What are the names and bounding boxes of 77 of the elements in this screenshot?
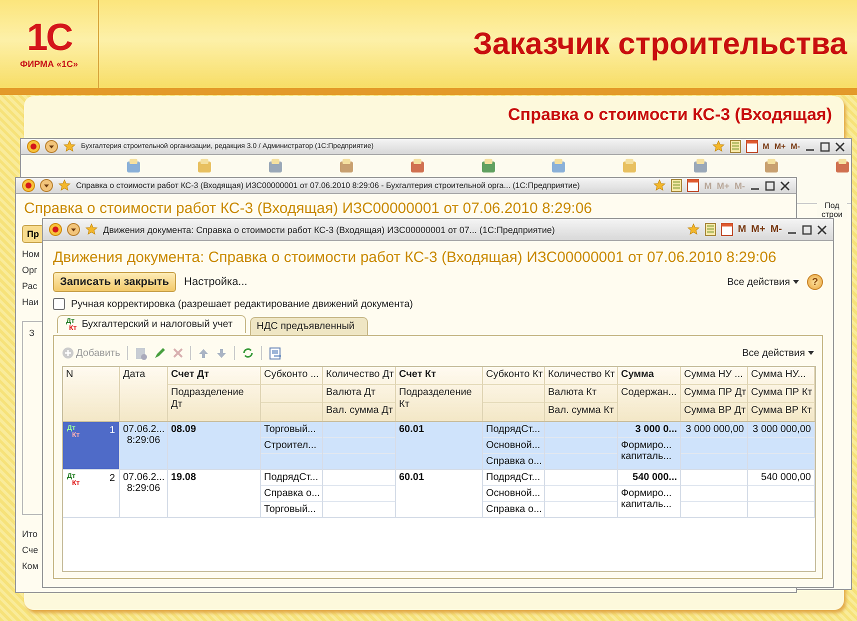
- field-label: Ном: [22, 249, 40, 259]
- column-header[interactable]: Вал. сумма Дт: [323, 403, 395, 421]
- save-and-close-button[interactable]: Записать и закрыть: [53, 272, 176, 292]
- column-header[interactable]: Дата: [120, 367, 167, 421]
- field-label: Ком: [22, 561, 38, 571]
- panel-label: З: [29, 328, 34, 338]
- table-cell-text: 60.01: [398, 423, 426, 437]
- column-header[interactable]: Счет Дт: [168, 367, 260, 385]
- column-header[interactable]: N: [63, 367, 119, 421]
- date-cell-text: 07.06.2... 8:29:06: [122, 471, 166, 496]
- column-header[interactable]: Количество Дт: [323, 367, 395, 385]
- table-cell-text: 19.08: [170, 471, 198, 485]
- column-header[interactable]: Подразделение Дт: [168, 385, 260, 421]
- command-button[interactable]: Пр: [22, 225, 44, 243]
- column-header[interactable]: Сумма НУ ...: [681, 367, 747, 385]
- table-cell-text: Справка о...: [485, 455, 543, 469]
- window-title: Справка о стоимости работ КС-3 (Входящая) ИЗС00000001 от 07.06.2010 8:29:06 - Бухгалтерия строительной орга... (1С:Предприятие): [76, 181, 581, 190]
- field-label: Наи: [22, 297, 39, 307]
- memory-button[interactable]: M-: [770, 224, 782, 235]
- date-cell-text: 07.06.2... 8:29:06: [122, 423, 166, 448]
- column-header[interactable]: Субконто Кт: [483, 367, 544, 385]
- table-cell-text: 60.01: [398, 471, 426, 485]
- slide-title: Заказчик строительства: [472, 26, 847, 62]
- table-cell-text: Торговый...: [263, 503, 317, 517]
- column-header[interactable]: Подразделение Кт: [396, 385, 482, 421]
- tab[interactable]: НДС предъявленный: [250, 317, 368, 335]
- table-cell: ПодрядСт...: [261, 470, 322, 486]
- memory-button[interactable]: M+: [751, 224, 766, 235]
- table-cell: 540 000,00: [748, 470, 814, 486]
- column-header[interactable]: Валюта Кт: [545, 385, 617, 403]
- field-label: Рас: [22, 281, 38, 291]
- column-header[interactable]: Субконто ...: [261, 367, 322, 385]
- column-header[interactable]: Вал. сумма Кт: [545, 403, 617, 421]
- table-cell: 3 000 000,00: [748, 422, 814, 438]
- table-cell: ПодрядСт...: [483, 422, 544, 438]
- field-label: Ито: [22, 529, 38, 539]
- column-header[interactable]: Сумма ВР Кт: [748, 403, 814, 421]
- table-cell: Основной...: [483, 486, 544, 502]
- column-header[interactable]: Содержан...: [618, 385, 680, 421]
- help-button[interactable]: ?: [807, 274, 823, 290]
- memory-button[interactable]: M: [762, 142, 770, 151]
- column-header[interactable]: Счет Кт: [396, 367, 482, 385]
- table-cell-text: Формиро... капиталь...: [620, 487, 673, 512]
- settings-link[interactable]: Настройка...: [184, 276, 248, 288]
- checkbox-label: Ручная корректировка (разрешает редактирование движений документа): [71, 298, 413, 310]
- field-label: Орг: [22, 265, 38, 275]
- column-header[interactable]: Сумма ПР Кт: [748, 385, 814, 403]
- document-heading: Справка о стоимости работ КС-3 (Входящая) ИЗС00000001 от 07.06.2010 8:29:06: [23, 199, 594, 219]
- table-cell: Строител...: [261, 438, 322, 454]
- memory-button[interactable]: M-: [790, 142, 800, 151]
- table-cell-text: Справка о...: [485, 503, 543, 517]
- window-title: Движения документа: Справка о стоимости работ КС-3 (Входящая) ИЗС00000001 от 07... (1С:Предприятие): [103, 224, 556, 234]
- column-header[interactable]: Валюта Дт: [323, 385, 395, 403]
- column-header[interactable]: Сумма НУ...: [748, 367, 814, 385]
- movements-heading: Движения документа: Справка о стоимости работ КС-3 (Входящая) ИЗС00000001 от 07.06.2010 8:29:06: [53, 248, 778, 268]
- brand-name: ФИРМА «1С»: [20, 59, 78, 69]
- table-cell: 3 000 0...: [618, 422, 680, 438]
- table-cell: ПодрядСт...: [483, 470, 544, 486]
- table-cell: Торговый...: [261, 422, 322, 438]
- column-header[interactable]: Сумма ПР Дт: [681, 385, 747, 403]
- field-label: Сче: [22, 545, 38, 555]
- table-cell-text: 08.09: [170, 423, 198, 437]
- all-actions-menu[interactable]: Все действия: [727, 276, 799, 288]
- section-label[interactable]: Под строи: [817, 201, 847, 219]
- logo: 1С: [26, 19, 72, 57]
- column-header[interactable]: Сумма ВР Дт: [681, 403, 747, 421]
- column-header[interactable]: Сумма: [618, 367, 680, 385]
- table-actions-menu[interactable]: Все действия: [742, 348, 814, 358]
- table-cell: Основной...: [483, 438, 544, 454]
- table-cell: Справка о...: [261, 486, 322, 502]
- slide-caption: Справка о стоимости КС-3 (Входящая): [508, 105, 832, 125]
- column-header[interactable]: Количество Кт: [545, 367, 617, 385]
- table-cell: 540 000...: [618, 470, 680, 486]
- table-cell: 3 000 000,00: [681, 422, 747, 438]
- memory-button[interactable]: M+: [774, 142, 786, 151]
- memory-button[interactable]: M: [738, 224, 746, 235]
- table-cell-text: Формиро... капиталь...: [620, 439, 673, 464]
